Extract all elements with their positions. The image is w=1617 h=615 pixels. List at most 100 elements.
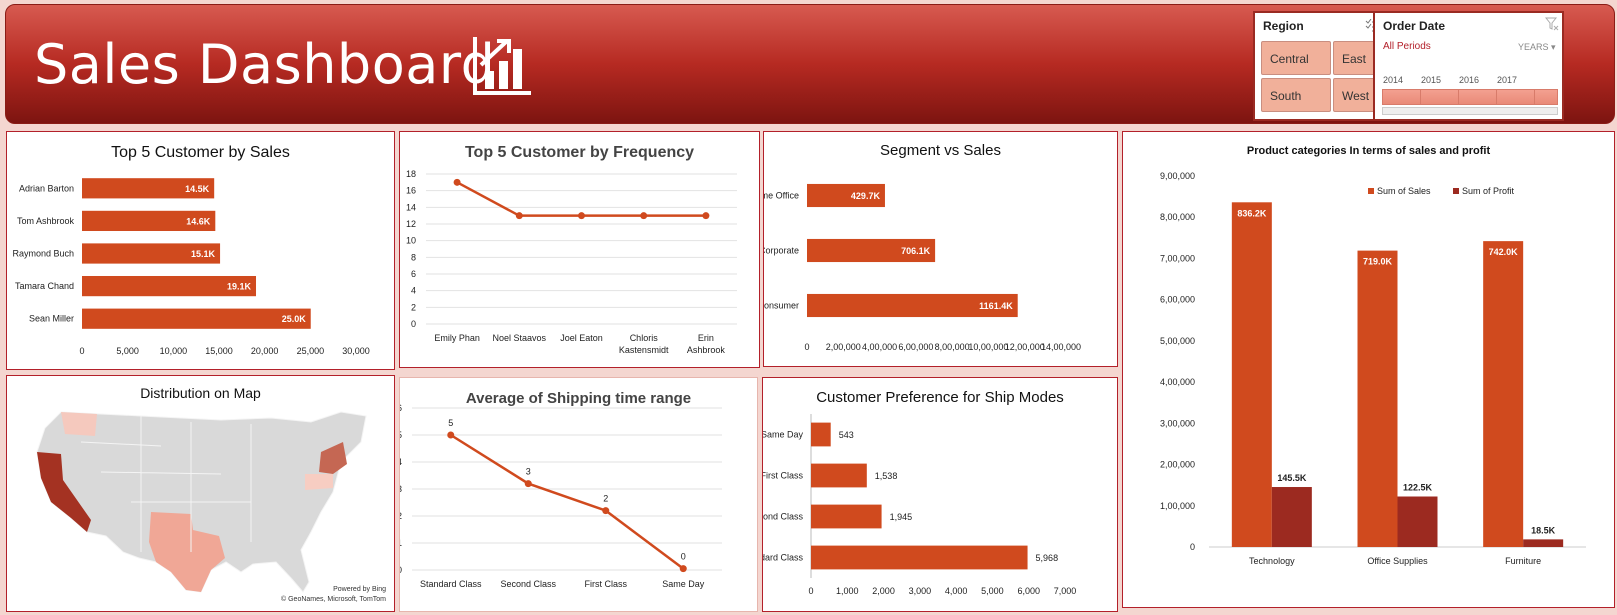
data-point <box>640 212 648 220</box>
y-tick-label: 2 <box>411 302 416 312</box>
x-tick-label: Same Day <box>662 579 705 589</box>
x-tick-label: 10,000 <box>160 346 188 356</box>
data-label: 1,538 <box>875 471 898 481</box>
x-tick-label: 10,00,000 <box>968 342 1008 352</box>
legend-label: Sum of Profit <box>1462 186 1515 196</box>
bar <box>811 463 867 488</box>
y-tick-label: 14 <box>406 202 416 212</box>
map-title: Distribution on Map <box>140 385 261 401</box>
product-categories-panel: Product categories In terms of sales and… <box>1122 131 1615 608</box>
segment-sales-chart: Home Office 429.7K Corporate 706.1K Consumer… <box>764 183 1081 352</box>
x-tick-label: Standard Class <box>420 579 482 589</box>
timeline-scrollbar[interactable] <box>1382 107 1558 115</box>
y-tick-label: 10 <box>406 236 416 246</box>
data-point <box>524 480 532 488</box>
x-tick-label: Office Supplies <box>1367 556 1428 566</box>
data-point <box>602 507 610 515</box>
data-label: 5,968 <box>1036 553 1059 563</box>
year-2016: 2016 <box>1459 75 1480 85</box>
x-tick-label: 6,00,000 <box>898 342 933 352</box>
x-tick-label: 0 <box>79 346 84 356</box>
x-tick-label: 0 <box>804 342 809 352</box>
series-line <box>456 181 706 217</box>
legend-swatch <box>1368 188 1374 194</box>
us-map <box>36 411 367 593</box>
category-label: Standard Class <box>763 553 803 563</box>
data-label: 19.1K <box>227 282 252 292</box>
top5-frequency-panel: Top 5 Customer by Frequency 0 2 4 6 8 10 12 14 1… <box>399 131 760 368</box>
x-tick-label: 5,000 <box>981 586 1004 596</box>
x-tick-label: Technology <box>1249 556 1295 566</box>
bar <box>1523 539 1564 547</box>
x-tick-label: 3,000 <box>909 586 932 596</box>
data-label: 2 <box>603 494 608 504</box>
data-point <box>578 212 585 220</box>
timeline-bar[interactable] <box>1382 89 1558 105</box>
data-label: 14.6K <box>186 216 211 226</box>
x-tick-label: 2,00,000 <box>826 342 861 352</box>
x-tick-label: 7,000 <box>1054 586 1077 596</box>
y-tick-label: 6 <box>400 403 402 413</box>
legend-label: Sum of Sales <box>1377 186 1431 196</box>
y-tick-label: 18 <box>406 169 416 179</box>
x-tick-label: 30,000 <box>342 346 370 356</box>
category-label: Adrian Barton <box>19 183 74 193</box>
y-tick-label: 8,00,000 <box>1160 212 1195 222</box>
x-tick-label: First Class <box>585 579 628 589</box>
category-label: Tom Ashbrook <box>17 216 75 226</box>
y-tick-label: 5,00,000 <box>1160 336 1195 346</box>
data-label: 14.5K <box>185 184 210 194</box>
order-date-title: Order Date <box>1383 19 1446 33</box>
y-tick-label: 7,00,000 <box>1160 253 1195 263</box>
data-label: 3 <box>526 467 531 477</box>
y-tick-label: 2 <box>400 511 402 521</box>
x-tick-label: Joel Eaton <box>560 333 603 343</box>
x-tick-label: Emily Phan <box>434 333 480 343</box>
year-2017: 2017 <box>1497 75 1518 85</box>
all-periods-label: All Periods <box>1383 41 1431 52</box>
y-tick-label: 1,00,000 <box>1160 501 1195 511</box>
data-label: 15.1K <box>191 249 216 259</box>
y-tick-label: 5 <box>400 430 402 440</box>
data-label: 719.0K <box>1363 257 1393 267</box>
y-tick-label: 12 <box>406 219 416 229</box>
clear-filter-icon[interactable] <box>1545 17 1559 31</box>
y-tick-label: 2,00,000 <box>1160 460 1195 470</box>
product-categories-chart: 0 1,00,000 2,00,000 3,00,000 4,00,000 5,00,00… <box>1160 171 1586 566</box>
data-label: 1161.4K <box>979 301 1013 311</box>
x-tick-label: 6,000 <box>1017 586 1040 596</box>
year-2014: 2014 <box>1383 75 1404 85</box>
y-tick-label: 16 <box>406 186 416 196</box>
top5-sales-panel: Top 5 Customer by Sales Adrian Barton 14.… <box>6 131 395 370</box>
top5-frequency-chart: 0 2 4 6 8 10 12 14 16 18 Emily Phan Noel Staavos Joe… <box>406 169 737 355</box>
data-label: 1,945 <box>890 512 913 522</box>
bar <box>82 308 311 329</box>
category-label: Consumer <box>764 301 799 311</box>
bar <box>1397 496 1438 547</box>
time-unit-dropdown[interactable]: YEARS ▾ <box>1518 42 1556 53</box>
data-label: 122.5K <box>1403 483 1433 493</box>
x-tick-label: 14,00,000 <box>1041 342 1081 352</box>
ship-modes-panel: Customer Preference for Ship Modes Same … <box>762 377 1118 612</box>
x-tick-label: 15,000 <box>205 346 233 356</box>
segment-sales-panel: Segment vs Sales Home Office429.7KCorpor… <box>763 131 1118 367</box>
x-tick-label: 2,000 <box>872 586 895 596</box>
data-point <box>453 178 461 186</box>
category-label: Raymond Buch <box>12 249 74 259</box>
bar <box>1271 487 1312 547</box>
y-tick-label: 8 <box>411 252 416 262</box>
y-tick-label: 3,00,000 <box>1160 418 1195 428</box>
y-tick-label: 6,00,000 <box>1160 295 1195 305</box>
bar-chart-icon <box>473 37 531 95</box>
x-tick-label: 5,000 <box>116 346 139 356</box>
x-tick-label: Erin <box>698 333 714 343</box>
dashboard-title: Sales Dashboard <box>34 33 496 96</box>
y-tick-label: 4 <box>411 286 416 296</box>
x-tick-label: 20,000 <box>251 346 279 356</box>
y-tick-label: 0 <box>1190 542 1195 552</box>
region-central-button[interactable]: Central <box>1261 41 1331 75</box>
x-tick-label: 25,000 <box>297 346 325 356</box>
category-label: Same Day <box>763 430 803 440</box>
region-south-button[interactable]: South <box>1261 78 1331 112</box>
category-label: First Class <box>763 471 803 481</box>
